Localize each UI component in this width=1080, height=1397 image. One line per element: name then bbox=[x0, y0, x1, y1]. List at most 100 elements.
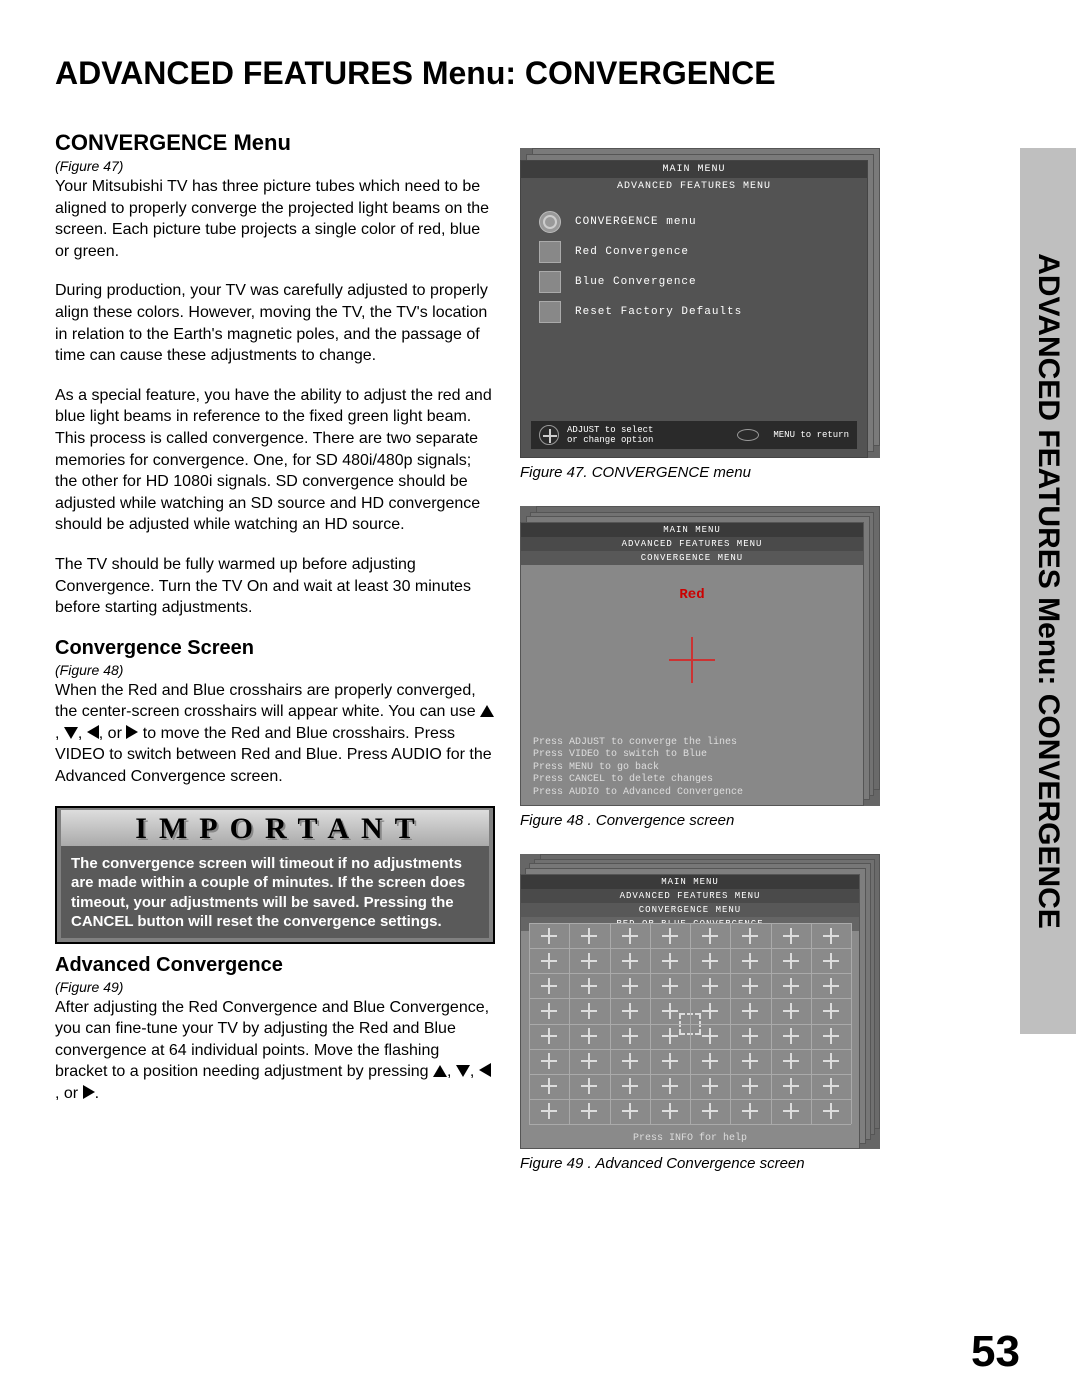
grid-crosshair bbox=[783, 1103, 799, 1119]
grid-crosshair bbox=[662, 978, 678, 994]
page-title-text: ADVANCED FEATURES Menu: CONVERGENCE bbox=[55, 55, 776, 92]
para-5b: to move the Red and Blue crosshairs. Pre… bbox=[55, 725, 492, 785]
grid-crosshair bbox=[662, 928, 678, 944]
fig49-footer: Press INFO for help bbox=[521, 1133, 859, 1144]
figure-49: MAIN MENU ADVANCED FEATURES MENU CONVERG… bbox=[520, 854, 880, 1149]
grid-crosshair bbox=[742, 1028, 758, 1044]
grid-crosshair bbox=[823, 978, 839, 994]
fig48-h1: MAIN MENU bbox=[521, 523, 863, 537]
para-adv-conv: After adjusting the Red Convergence and … bbox=[55, 997, 495, 1105]
grid-crosshair bbox=[742, 1003, 758, 1019]
grid-crosshair bbox=[783, 1053, 799, 1069]
para-6a: After adjusting the Red Convergence and … bbox=[55, 999, 489, 1081]
fig47-footer-text: ADJUST to select or change option bbox=[567, 425, 653, 445]
page-number: 53 bbox=[971, 1327, 1020, 1377]
caption-48: Figure 48 . Convergence screen bbox=[520, 812, 900, 829]
grid-crosshair bbox=[662, 1103, 678, 1119]
grid-crosshair bbox=[581, 1103, 597, 1119]
para-2: During production, your TV was carefully… bbox=[55, 280, 495, 366]
grid-crosshair bbox=[783, 928, 799, 944]
grid-crosshair bbox=[622, 1053, 638, 1069]
grid-crosshair bbox=[783, 953, 799, 969]
grid-crosshair bbox=[541, 978, 557, 994]
fig47-header-main: MAIN MENU bbox=[521, 161, 867, 178]
para-3: As a special feature, you have the abili… bbox=[55, 385, 495, 536]
grid-crosshair bbox=[823, 1003, 839, 1019]
grid-crosshair bbox=[783, 1003, 799, 1019]
grid-crosshair bbox=[823, 1028, 839, 1044]
grid-crosshair bbox=[622, 978, 638, 994]
important-text: The convergence screen will timeout if n… bbox=[67, 852, 483, 934]
press-line-3: Press MENU to go back bbox=[533, 762, 851, 775]
grid-crosshair bbox=[823, 1103, 839, 1119]
figref-47: (Figure 47) bbox=[55, 158, 495, 174]
grid-crosshair bbox=[783, 978, 799, 994]
press-line-4: Press CANCEL to delete changes bbox=[533, 774, 851, 787]
grid-crosshair bbox=[742, 1053, 758, 1069]
right-arrow-icon bbox=[126, 725, 138, 739]
left-arrow-icon bbox=[87, 725, 99, 739]
grid-crosshair bbox=[541, 1028, 557, 1044]
figure-48: MAIN MENU ADVANCED FEATURES MENU CONVERG… bbox=[520, 506, 880, 806]
fig49-h3: CONVERGENCE MENU bbox=[521, 903, 859, 917]
figref-49: (Figure 49) bbox=[55, 979, 495, 995]
red-label: Red bbox=[679, 587, 704, 603]
menu-label-reset: Reset Factory Defaults bbox=[575, 306, 742, 318]
grid-crosshair bbox=[702, 1053, 718, 1069]
press-line-5: Press AUDIO to Advanced Convergence bbox=[533, 787, 851, 800]
fig48-h2: ADVANCED FEATURES MENU bbox=[521, 537, 863, 551]
grid-crosshair bbox=[823, 953, 839, 969]
grid-crosshair bbox=[541, 1078, 557, 1094]
grid-crosshair bbox=[581, 1003, 597, 1019]
grid-area bbox=[529, 923, 851, 1124]
grid-crosshair bbox=[622, 1103, 638, 1119]
menu-row-reset: Reset Factory Defaults bbox=[521, 297, 867, 327]
grid-crosshair bbox=[783, 1028, 799, 1044]
grid-crosshair bbox=[662, 953, 678, 969]
right-arrow-icon bbox=[83, 1085, 95, 1099]
grid-crosshair bbox=[581, 978, 597, 994]
menu-row-red: Red Convergence bbox=[521, 237, 867, 267]
menu-oval-icon bbox=[737, 429, 759, 441]
heading-convergence-menu: CONVERGENCE Menu bbox=[55, 130, 495, 156]
menu-label-red: Red Convergence bbox=[575, 246, 689, 258]
grid-crosshair bbox=[702, 953, 718, 969]
grid-crosshair bbox=[622, 928, 638, 944]
side-tab-text: ADVANCED FEATURES Menu: CONVERGENCE bbox=[1031, 253, 1065, 929]
heading-convergence-screen: Convergence Screen bbox=[55, 637, 495, 660]
down-arrow-icon bbox=[64, 727, 78, 739]
side-tab: ADVANCED FEATURES Menu: CONVERGENCE bbox=[1020, 148, 1076, 1034]
converge-area: Red bbox=[521, 559, 863, 733]
left-arrow-icon bbox=[479, 1063, 491, 1077]
figref-48: (Figure 48) bbox=[55, 662, 495, 678]
grid-crosshair bbox=[541, 928, 557, 944]
grid-crosshair bbox=[702, 1003, 718, 1019]
important-box: IMPORTANT The convergence screen will ti… bbox=[55, 806, 495, 944]
press-line-2: Press VIDEO to switch to Blue bbox=[533, 749, 851, 762]
menu-label-blue: Blue Convergence bbox=[575, 276, 697, 288]
down-arrow-icon bbox=[456, 1065, 470, 1077]
grid-crosshair bbox=[742, 1078, 758, 1094]
para-4: The TV should be fully warmed up before … bbox=[55, 554, 495, 619]
adjust-icon bbox=[539, 425, 559, 445]
grid-crosshair bbox=[581, 1053, 597, 1069]
grid-crosshair bbox=[702, 978, 718, 994]
grid-crosshair bbox=[541, 1053, 557, 1069]
grid-crosshair bbox=[622, 953, 638, 969]
para-1: Your Mitsubishi TV has three picture tub… bbox=[55, 176, 495, 262]
grid-crosshair bbox=[742, 953, 758, 969]
square-icon bbox=[539, 271, 561, 293]
page-title: ADVANCED FEATURES Menu: CONVERGENCE bbox=[55, 55, 776, 122]
grid-crosshair bbox=[823, 1078, 839, 1094]
grid-crosshair bbox=[662, 1078, 678, 1094]
important-title: IMPORTANT bbox=[61, 810, 489, 846]
grid-crosshair bbox=[662, 1053, 678, 1069]
grid-crosshair bbox=[541, 1003, 557, 1019]
menu-row-blue: Blue Convergence bbox=[521, 267, 867, 297]
grid-crosshair bbox=[581, 1028, 597, 1044]
grid-crosshair bbox=[541, 953, 557, 969]
caption-49: Figure 49 . Advanced Convergence screen bbox=[520, 1155, 900, 1172]
footer-text-2: or change option bbox=[567, 435, 653, 445]
caption-47: Figure 47. CONVERGENCE menu bbox=[520, 464, 900, 481]
grid-crosshair bbox=[702, 928, 718, 944]
